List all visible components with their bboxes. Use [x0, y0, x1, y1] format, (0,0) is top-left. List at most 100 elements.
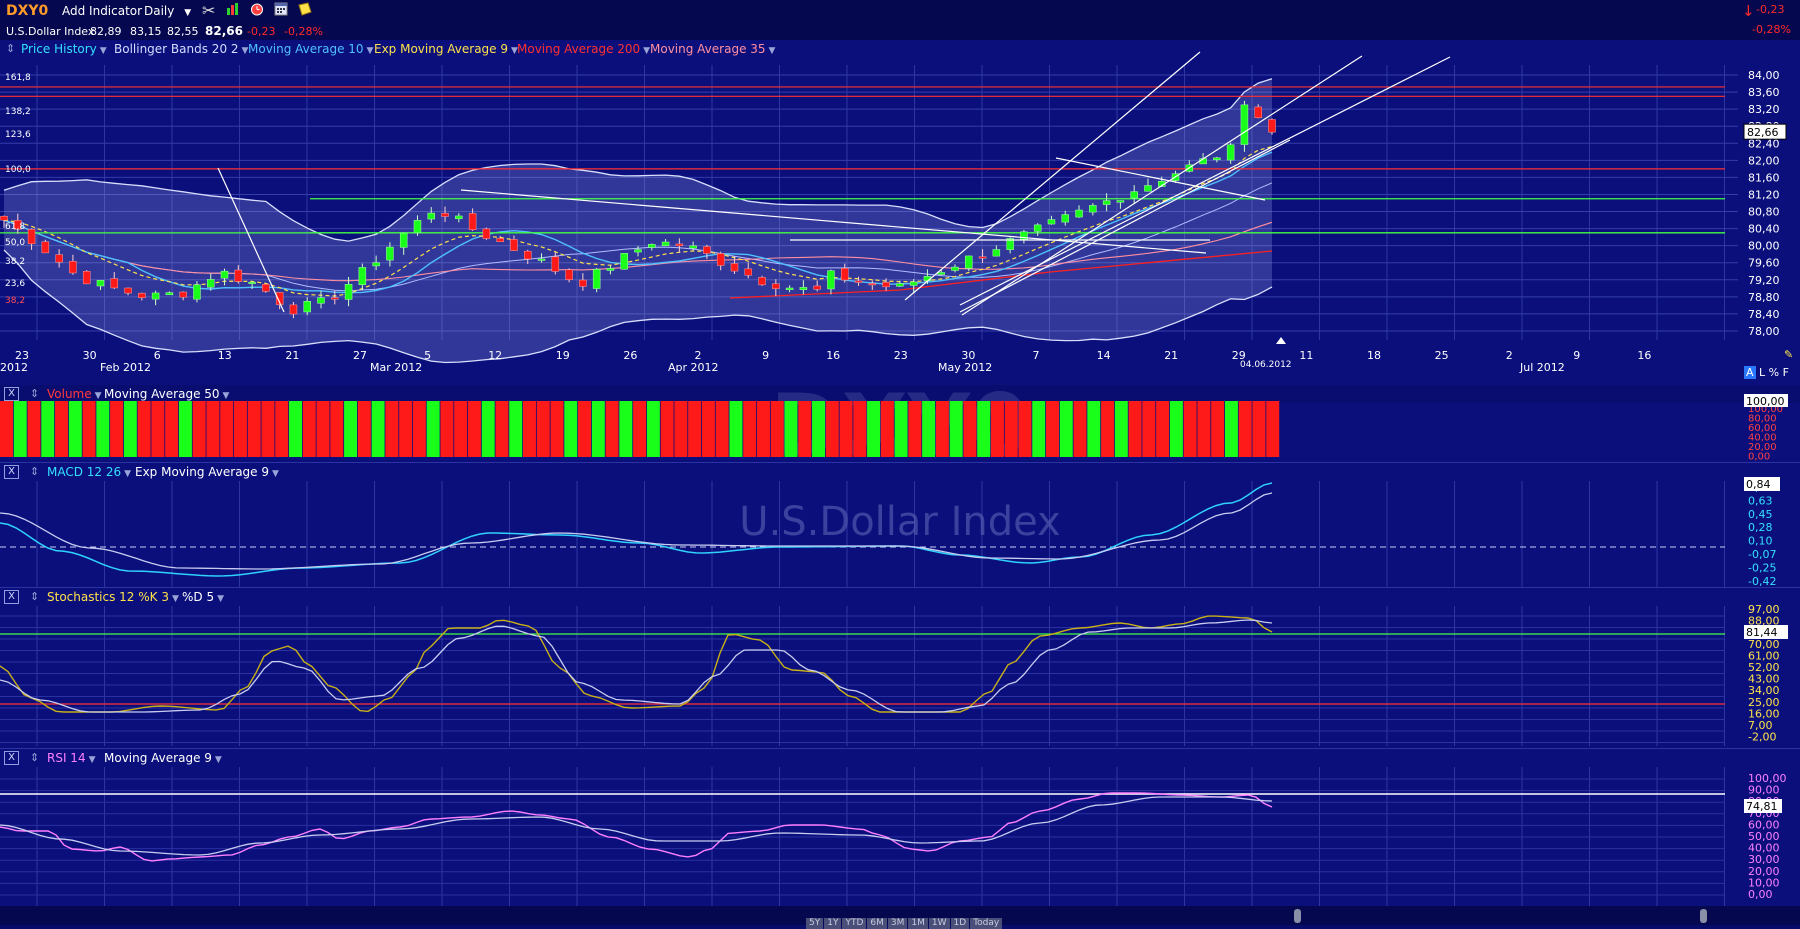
volume-bar — [357, 401, 371, 457]
move-icon[interactable]: ⇕ — [30, 590, 39, 603]
indicator-bollinger[interactable]: Bollinger Bands 20 2 ▼ — [114, 42, 248, 56]
range-1y-button[interactable]: 1Y — [824, 918, 842, 929]
rsi-ma[interactable]: Moving Average 9 ▼ — [104, 751, 222, 765]
candle-body — [317, 297, 325, 304]
volume-tick: 0,00 — [1748, 452, 1770, 463]
chevron-down-icon: ▼ — [768, 46, 776, 56]
volume-bar — [867, 401, 881, 457]
candle-body — [55, 254, 63, 263]
volume-bar — [922, 401, 936, 457]
volume-chart[interactable]: DXY0 100,0080,0060,0040,0020,000,00100,0… — [0, 385, 1800, 462]
range-1d-button[interactable]: 1D — [950, 918, 970, 929]
symbol-label[interactable]: DXY0 — [6, 2, 48, 20]
interval-select[interactable]: Daily ▼ — [144, 2, 191, 20]
chevron-down-icon: ▼ — [124, 469, 132, 479]
macd-ema[interactable]: Exp Moving Average 9 ▼ — [135, 465, 279, 479]
scale-fit-button[interactable]: F — [1783, 366, 1789, 379]
volume-bar — [523, 401, 536, 457]
price-tick: 78,80 — [1748, 291, 1780, 304]
candle-body — [965, 255, 973, 269]
candle-body — [179, 291, 187, 298]
date-tick: 6 — [154, 349, 161, 362]
close-stochastics-button[interactable]: X — [4, 590, 19, 604]
close-rsi-button[interactable]: X — [4, 751, 19, 765]
candle-body — [262, 284, 270, 292]
quote-change-pct: -0,28% — [284, 25, 323, 38]
candle-body — [675, 243, 684, 247]
price-chart-panel: 161,8 138,2 123,6 100,0 61,8 50,0 38,2 23,6 38,2… — [0, 40, 1800, 385]
candle-body — [882, 282, 890, 288]
candle-body — [1254, 106, 1262, 118]
range-6m-button[interactable]: 6M — [867, 918, 887, 929]
expand-arrows-icon[interactable]: ⇕ — [6, 42, 15, 55]
candle-body — [579, 279, 587, 287]
stoch-last-label: 81,44 — [1746, 626, 1778, 639]
scale-auto-button[interactable]: A — [1744, 366, 1756, 379]
candle-body — [1047, 219, 1056, 225]
candle-body — [592, 268, 601, 289]
move-icon[interactable]: ⇕ — [30, 465, 39, 478]
stochastics-title[interactable]: Stochastics 12 %K 3 ▼ — [47, 590, 179, 604]
price-tick: 83,60 — [1748, 86, 1780, 99]
candle-body — [565, 269, 573, 280]
range-1w-button[interactable]: 1W — [928, 918, 950, 929]
scroll-handle-left[interactable] — [1294, 909, 1301, 923]
indicator-ma200[interactable]: Moving Average 200 ▼ — [517, 42, 650, 56]
date-tick: 21 — [285, 349, 299, 362]
scale-percent-button[interactable]: % — [1769, 366, 1779, 379]
date-tick: 30 — [83, 349, 97, 362]
volume-bar — [412, 401, 426, 457]
macd-title[interactable]: MACD 12 26 ▼ — [47, 465, 131, 479]
quote-last: 82,66 — [205, 24, 243, 38]
macd-tick: -0,25 — [1748, 561, 1776, 574]
volume-bar — [206, 401, 220, 457]
chevron-down-icon: ▼ — [99, 46, 107, 56]
indicator-price-history[interactable]: Price History ▼ — [21, 42, 107, 56]
range-3m-button[interactable]: 3M — [887, 918, 908, 929]
close-macd-button[interactable]: X — [4, 465, 19, 479]
volume-bar — [1046, 401, 1059, 457]
candle-body — [220, 270, 229, 279]
indicator-ema9[interactable]: Exp Moving Average 9 ▼ — [374, 42, 518, 56]
indicator-legend: ⇕ Price History ▼ Bollinger Bands 20 2 ▼ M… — [0, 40, 1800, 60]
scale-log-button[interactable]: L — [1759, 366, 1765, 379]
fib-label: 123,6 — [5, 130, 31, 140]
macd-chart[interactable]: U.S.Dollar Index 0,840,630,450,280,10-0,… — [0, 463, 1800, 587]
volume-bar — [13, 401, 27, 457]
stochastics-d-label: %D 5 — [182, 590, 215, 604]
move-icon[interactable]: ⇕ — [30, 751, 39, 764]
stochastics-d[interactable]: %D 5 ▼ — [182, 590, 224, 604]
alarm-clock-icon[interactable] — [250, 2, 264, 20]
range-1m-button[interactable]: 1M — [908, 918, 928, 929]
volume-bar — [935, 401, 949, 457]
macd-title-label: MACD 12 26 — [47, 465, 122, 479]
range-ytd-button[interactable]: YTD — [842, 918, 867, 929]
candle-body — [1061, 214, 1070, 223]
date-tick: 16 — [826, 349, 840, 362]
pencil-icon[interactable]: ✎ — [1784, 348, 1793, 361]
candle-body — [427, 212, 436, 220]
candle-body — [193, 284, 201, 300]
calendar-icon[interactable] — [274, 2, 288, 20]
candle-body — [909, 281, 918, 286]
volume-bar — [344, 401, 358, 457]
price-chart[interactable]: 161,8 138,2 123,6 100,0 61,8 50,0 38,2 23,6 38,2… — [0, 40, 1800, 385]
indicator-ma35[interactable]: Moving Average 35 ▼ — [650, 42, 775, 56]
volume-bar — [1018, 401, 1032, 457]
date-tick: 25 — [1435, 349, 1449, 362]
tools-icon[interactable]: ✂ — [202, 2, 215, 20]
volume-bar — [949, 401, 963, 457]
scroll-handle-right[interactable] — [1700, 909, 1707, 923]
add-indicator-button[interactable]: Add Indicator — [62, 2, 142, 20]
month-tick: Mar 2012 — [370, 361, 422, 374]
rsi-chart[interactable]: 100,0090,0080,0070,0060,0050,0040,0030,0… — [0, 749, 1800, 907]
candle-body — [703, 246, 711, 254]
range-5y-button[interactable]: 5Y — [806, 918, 824, 929]
note-icon[interactable] — [298, 2, 312, 20]
stochastics-chart[interactable]: 97,0088,0079,0070,0061,0052,0043,0034,00… — [0, 588, 1800, 748]
range-today-button[interactable]: Today — [970, 918, 1003, 929]
indicator-ma10[interactable]: Moving Average 10 ▼ — [248, 42, 373, 56]
rsi-title[interactable]: RSI 14 ▼ — [47, 751, 96, 765]
volume-bar — [110, 401, 124, 457]
chart-type-icon[interactable] — [226, 2, 240, 20]
